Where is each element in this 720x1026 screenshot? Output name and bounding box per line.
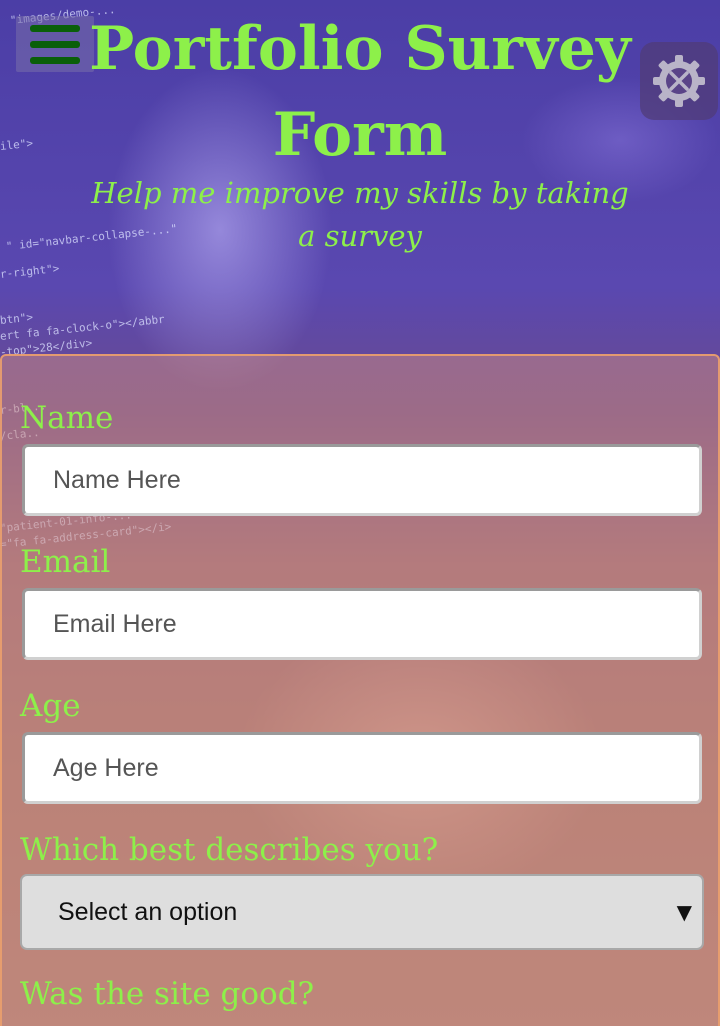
settings-gear-icon bbox=[653, 55, 705, 107]
site-good-label: Was the site good? bbox=[20, 976, 315, 1012]
role-select-value: Select an option bbox=[58, 898, 238, 926]
age-label: Age bbox=[20, 688, 81, 724]
page-title: Portfolio Survey Form bbox=[89, 14, 631, 170]
hamburger-menu-icon bbox=[30, 25, 80, 32]
role-label: Which best describes you? bbox=[20, 832, 439, 868]
role-select[interactable]: Select an option ▼ bbox=[20, 874, 704, 950]
email-label: Email bbox=[20, 544, 111, 580]
name-input[interactable] bbox=[22, 444, 702, 516]
hamburger-menu-icon-bar bbox=[30, 41, 80, 48]
age-input[interactable] bbox=[22, 732, 702, 804]
page-subtitle: Help me improve my skills by taking a su… bbox=[91, 176, 629, 253]
hamburger-menu-icon-bar bbox=[30, 57, 80, 64]
survey-form: Name Email Age Which best describes you?… bbox=[0, 354, 720, 1026]
name-label: Name bbox=[20, 400, 114, 436]
email-input[interactable] bbox=[22, 588, 702, 660]
dropdown-arrow-icon: ▼ bbox=[676, 900, 692, 924]
settings-button[interactable] bbox=[640, 42, 718, 120]
